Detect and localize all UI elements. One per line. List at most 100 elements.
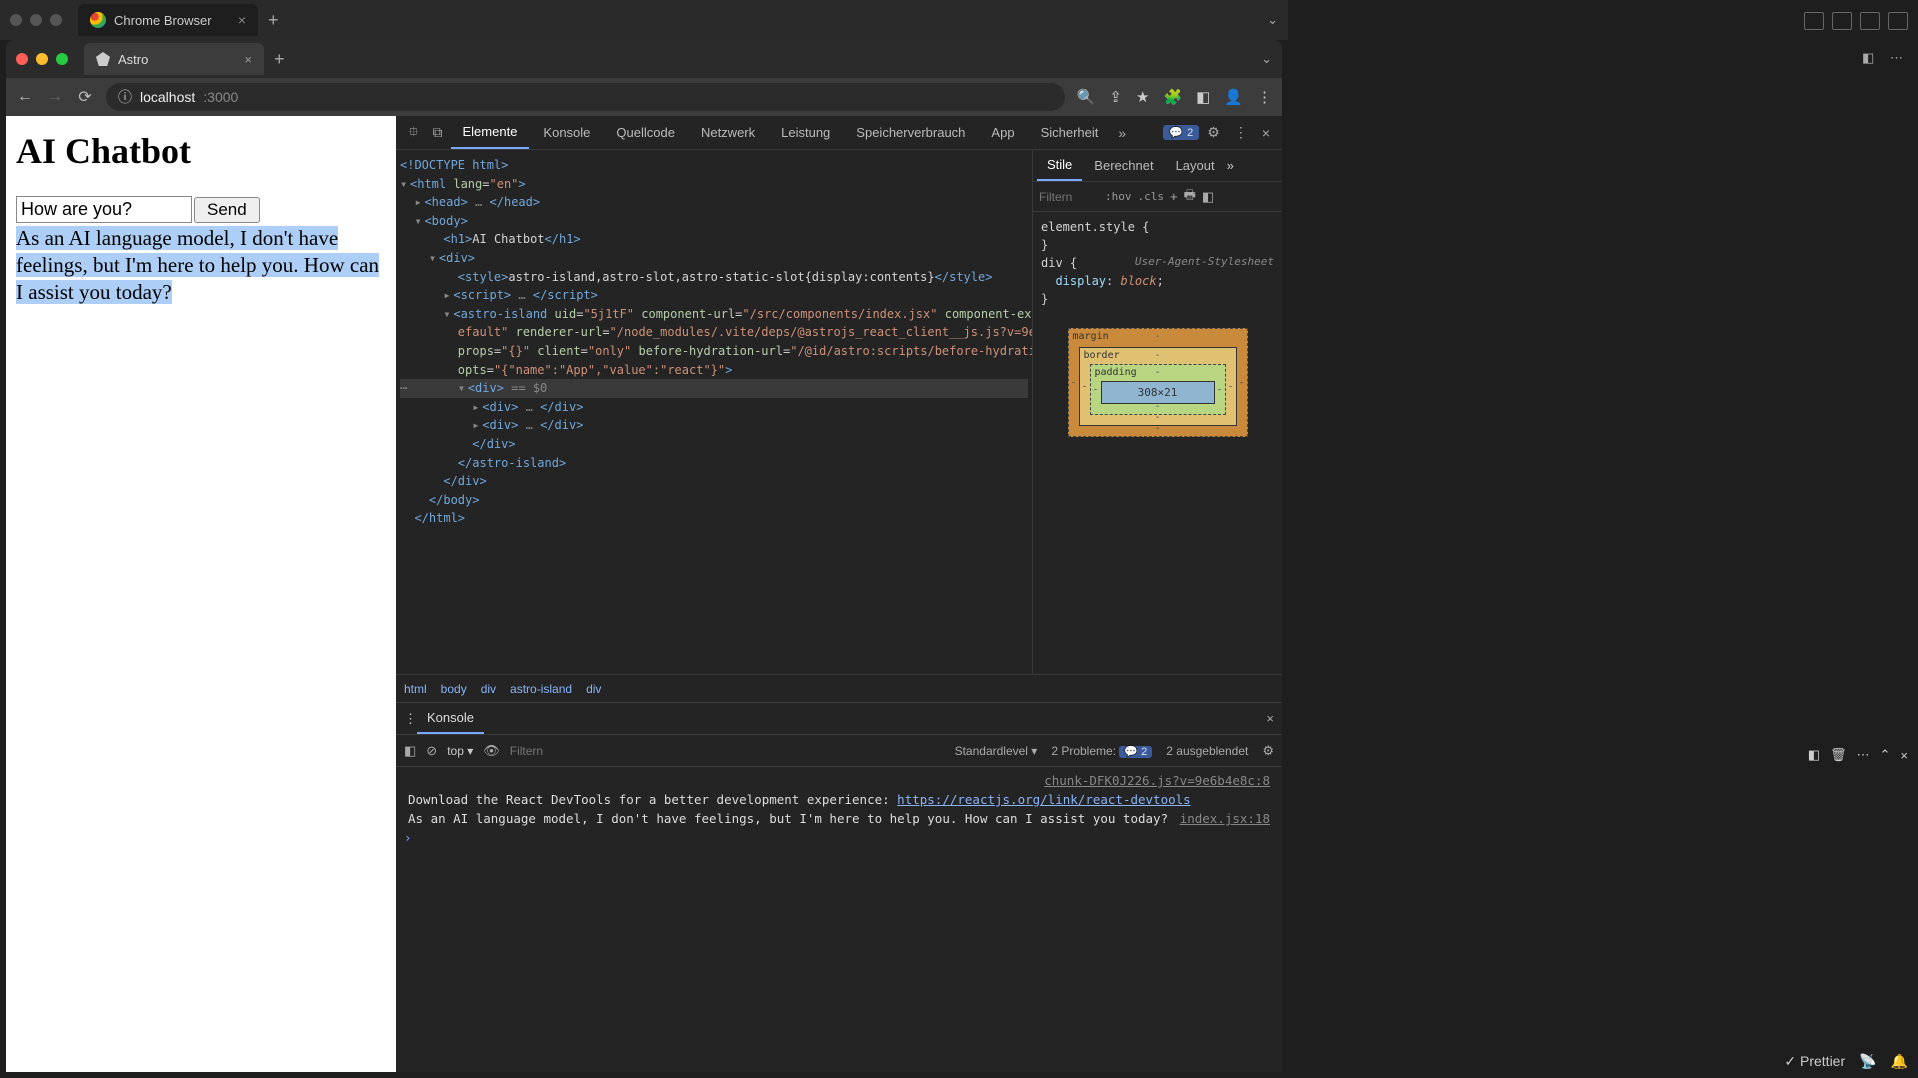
- share-icon[interactable]: ⇪: [1109, 88, 1122, 106]
- layout-icon[interactable]: [1860, 12, 1880, 30]
- device-toggle-icon[interactable]: ⧉: [427, 124, 449, 141]
- crumb[interactable]: div: [586, 682, 601, 696]
- chrome-favicon-icon: [90, 12, 106, 28]
- settings-icon[interactable]: ⚙: [1201, 124, 1226, 141]
- outer-tab-title: Chrome Browser: [114, 13, 230, 28]
- chat-response: As an AI language model, I don't have fe…: [16, 225, 386, 306]
- tab-memory[interactable]: Speicherverbrauch: [844, 116, 977, 149]
- send-button[interactable]: Send: [194, 197, 260, 223]
- outer-tab-bar: Chrome Browser × + ⌄: [0, 0, 1288, 40]
- panel-icon[interactable]: ◧: [1808, 747, 1820, 763]
- clear-icon[interactable]: ⊘: [426, 743, 437, 759]
- level-select[interactable]: Standardlevel ▾: [955, 744, 1038, 758]
- console-filter-input[interactable]: [510, 744, 945, 758]
- rendered-page: AI Chatbot Send As an AI language model,…: [6, 116, 396, 1072]
- chrome-traffic-lights: [16, 53, 68, 65]
- sidebar-icon[interactable]: ◧: [404, 743, 416, 759]
- menu-icon[interactable]: ⋮: [1228, 124, 1254, 141]
- tab-security[interactable]: Sicherheit: [1029, 116, 1111, 149]
- menu-icon[interactable]: ⋮: [404, 711, 417, 727]
- styles-tab-styles[interactable]: Stile: [1037, 150, 1082, 181]
- split-icon[interactable]: ◧: [1862, 50, 1880, 66]
- console-tab[interactable]: Konsole: [417, 703, 484, 734]
- new-rule-icon[interactable]: +: [1170, 189, 1178, 204]
- site-info-icon[interactable]: ⓘ: [118, 87, 132, 107]
- more-icon[interactable]: »: [1227, 158, 1234, 173]
- style-rules[interactable]: element.style { } div {User-Agent-Styles…: [1033, 212, 1282, 314]
- chat-input[interactable]: [16, 196, 192, 223]
- crumb[interactable]: html: [404, 682, 427, 696]
- source-link[interactable]: chunk-DFK0J226.js?v=9e6b4e8c:8: [1044, 773, 1270, 788]
- tab-network[interactable]: Netzwerk: [689, 116, 767, 149]
- forward-button[interactable]: →: [46, 88, 64, 106]
- inspect-icon[interactable]: ⯐: [402, 121, 425, 145]
- tab-sources[interactable]: Quellcode: [604, 116, 687, 149]
- console-output[interactable]: chunk-DFK0J226.js?v=9e6b4e8c:8 Download …: [396, 767, 1282, 1072]
- bell-icon[interactable]: 🔔: [1891, 1053, 1908, 1070]
- close-icon[interactable]: ×: [244, 52, 252, 67]
- panel-icon[interactable]: ◧: [1202, 189, 1214, 205]
- devtools-tabs: ⯐ ⧉ Elemente Konsole Quellcode Netzwerk …: [396, 116, 1282, 150]
- url-host: localhost: [140, 89, 195, 105]
- dom-breadcrumb[interactable]: html body div astro-island div: [396, 674, 1282, 702]
- layout-icon[interactable]: [1888, 12, 1908, 30]
- issues-badge[interactable]: 💬 2: [1163, 125, 1199, 140]
- tab-console[interactable]: Konsole: [531, 116, 602, 149]
- console-prompt[interactable]: ›: [396, 828, 1282, 847]
- new-tab-button[interactable]: +: [274, 49, 285, 70]
- crumb[interactable]: body: [441, 682, 467, 696]
- layout-icon[interactable]: [1832, 12, 1852, 30]
- source-link[interactable]: index.jsx:18: [1180, 811, 1270, 826]
- zoom-icon[interactable]: 🔍: [1077, 88, 1096, 106]
- trash-icon[interactable]: 🗑: [1830, 747, 1847, 763]
- settings-icon[interactable]: ⚙: [1262, 743, 1274, 759]
- print-icon[interactable]: 🖶: [1184, 186, 1196, 208]
- bookmark-star-icon[interactable]: ★: [1136, 88, 1149, 106]
- dom-tree[interactable]: <!DOCTYPE html> ▾<html lang="en"> ▸<head…: [396, 150, 1032, 674]
- maximize-window-button[interactable]: [56, 53, 68, 65]
- close-icon[interactable]: ×: [1256, 125, 1276, 141]
- browser-tab[interactable]: Astro ×: [84, 43, 264, 75]
- new-tab-button[interactable]: +: [268, 10, 279, 31]
- hov-toggle[interactable]: :hov: [1105, 190, 1132, 203]
- tabs-dropdown-icon[interactable]: ⌄: [1261, 51, 1272, 67]
- box-model[interactable]: margin ---- border ---- padding ---- 308…: [1068, 328, 1248, 437]
- styles-tab-layout[interactable]: Layout: [1166, 150, 1225, 181]
- back-button[interactable]: ←: [16, 88, 34, 106]
- context-select[interactable]: top ▾: [447, 744, 473, 758]
- styles-tab-computed[interactable]: Berechnet: [1084, 150, 1163, 181]
- menu-icon[interactable]: ⋮: [1257, 88, 1272, 106]
- extensions-icon[interactable]: 🧩: [1163, 88, 1182, 106]
- outer-tab[interactable]: Chrome Browser ×: [78, 4, 258, 36]
- panel-icon[interactable]: ◧: [1196, 88, 1210, 106]
- tab-application[interactable]: App: [979, 116, 1026, 149]
- more-icon[interactable]: ⋯: [1890, 50, 1908, 66]
- url-field[interactable]: ⓘ localhost:3000: [106, 83, 1065, 111]
- close-icon[interactable]: ×: [1900, 748, 1908, 763]
- minimize-window-button[interactable]: [36, 53, 48, 65]
- close-window-button[interactable]: [16, 53, 28, 65]
- reload-button[interactable]: ⟳: [76, 87, 94, 107]
- console-drawer: ⋮ Konsole × ◧ ⊘ top ▾ 👁 Standardlevel ▾ …: [396, 702, 1282, 1072]
- devtools-link[interactable]: https://reactjs.org/link/react-devtools: [897, 792, 1191, 807]
- tab-elements[interactable]: Elemente: [451, 116, 530, 149]
- styles-filter-input[interactable]: [1039, 190, 1099, 204]
- profile-icon[interactable]: 👤: [1224, 88, 1243, 106]
- chevron-up-icon[interactable]: ⌃: [1880, 747, 1891, 763]
- eye-icon[interactable]: 👁: [483, 743, 500, 759]
- close-icon[interactable]: ×: [1266, 711, 1274, 726]
- more-icon[interactable]: ⋯: [1857, 747, 1870, 763]
- crumb[interactable]: div: [481, 682, 496, 696]
- hidden-label[interactable]: 2 ausgeblendet: [1166, 744, 1248, 758]
- feedback-icon[interactable]: 📡: [1859, 1053, 1876, 1070]
- tabs-dropdown-icon[interactable]: ⌄: [1267, 12, 1278, 28]
- close-icon[interactable]: ×: [238, 12, 246, 28]
- problems-label[interactable]: 2 Probleme: 💬 2: [1051, 744, 1152, 758]
- prettier-status[interactable]: ✓ Prettier: [1784, 1053, 1845, 1070]
- more-tabs-icon[interactable]: »: [1112, 125, 1132, 141]
- layout-icon[interactable]: [1804, 12, 1824, 30]
- tab-performance[interactable]: Leistung: [769, 116, 842, 149]
- outer-traffic-lights: [10, 14, 62, 26]
- crumb[interactable]: astro-island: [510, 682, 572, 696]
- cls-toggle[interactable]: .cls: [1138, 190, 1165, 203]
